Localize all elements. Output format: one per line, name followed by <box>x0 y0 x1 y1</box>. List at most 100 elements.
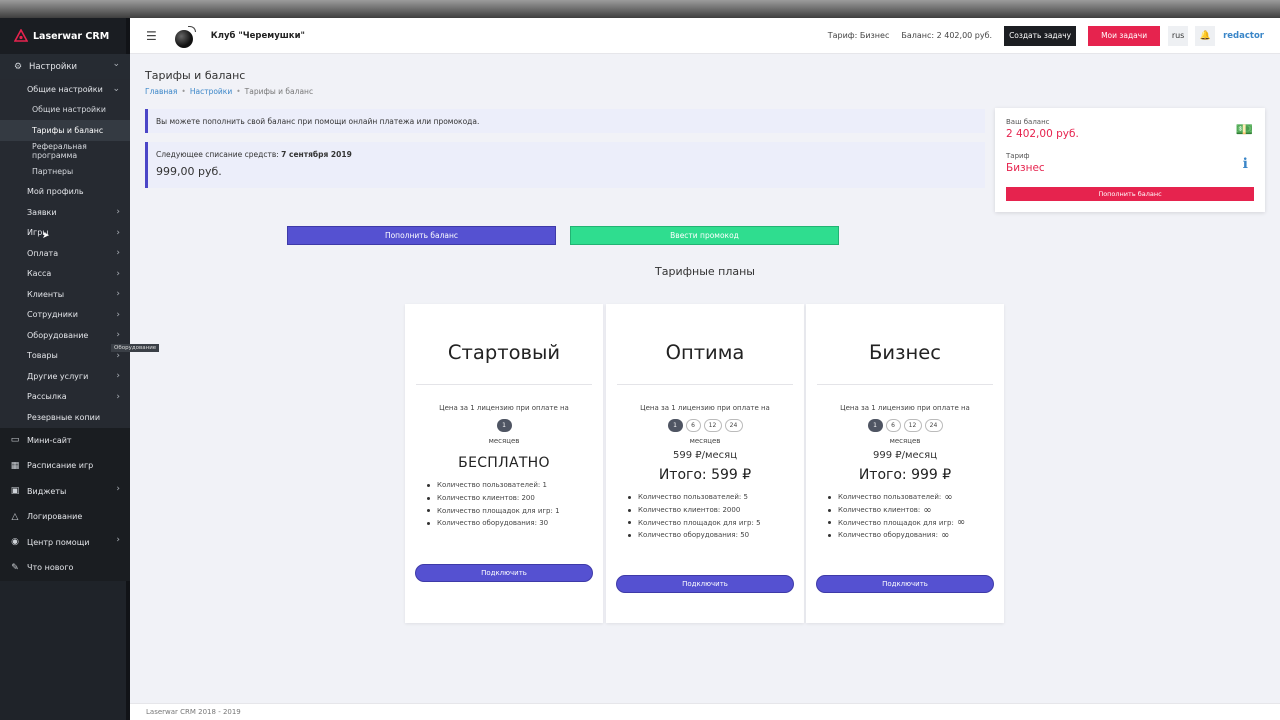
infinity-icon: ∞ <box>944 491 953 503</box>
period-selector: 1 6 12 24 <box>606 419 804 432</box>
period-option[interactable]: 12 <box>903 419 922 432</box>
sidebar-item-referral[interactable]: Реферальная программа <box>0 140 130 161</box>
hamburger-menu-icon[interactable]: ☰ <box>146 29 157 43</box>
brand[interactable]: Laserwar CRM <box>0 18 130 54</box>
sidebar-item-games[interactable]: Игры › <box>0 222 130 243</box>
period-option[interactable]: 6 <box>685 419 701 432</box>
sidebar-item-label: Резервные копии <box>27 412 101 422</box>
sidebar-item-minisite[interactable]: ▭ Мини-сайт <box>0 427 130 453</box>
sidebar-item-label: Что нового <box>27 563 74 573</box>
list-item: Количество оборудования: ∞ <box>828 529 1004 542</box>
next-charge-date: 7 сентября 2019 <box>281 150 352 159</box>
chevron-right-icon: › <box>116 330 120 340</box>
club-name: Клуб "Черемушки" <box>210 30 305 41</box>
bell-icon[interactable]: 🔔 <box>1195 25 1216 46</box>
enter-promo-button[interactable]: Ввести промокод <box>570 226 839 245</box>
sidebar-item-tariffs-balance[interactable]: Тарифы и баланс <box>0 120 130 141</box>
period-option[interactable]: 24 <box>724 419 743 432</box>
breadcrumb-settings[interactable]: Настройки <box>190 87 232 96</box>
plan-name: Оптима <box>665 341 745 364</box>
sidebar-item-label: Оборудование <box>27 330 89 340</box>
user-menu[interactable]: redactor <box>1223 31 1264 41</box>
price-label: Цена за 1 лицензию при оплате на <box>640 404 770 412</box>
sidebar-item-label: Расписание игр <box>27 461 94 471</box>
sidebar-item-help-center[interactable]: ◉ Центр помощи › <box>0 529 130 555</box>
mouse-cursor-icon: ➤ <box>42 231 50 241</box>
sidebar-item-cashbox[interactable]: Касса › <box>0 263 130 284</box>
months-label: месяцев <box>689 437 721 445</box>
sidebar-item-equipment[interactable]: Оборудование › <box>0 325 130 346</box>
sidebar-item-label: Заявки <box>27 207 57 217</box>
sidebar-item-schedule[interactable]: ▦ Расписание игр <box>0 453 130 479</box>
sidebar-item-requests[interactable]: Заявки › <box>0 202 130 223</box>
wrench-icon: ✎ <box>11 562 19 573</box>
topup-info-alert: Вы можете пополнить свой баланс при помо… <box>145 109 985 133</box>
chevron-right-icon: › <box>116 483 120 494</box>
plan-card-optima: Оптима Цена за 1 лицензию при оплате на … <box>606 304 804 623</box>
language-switcher[interactable]: rus <box>1168 25 1189 46</box>
divider <box>617 384 793 385</box>
list-item: Количество клиентов: 200 <box>427 492 603 505</box>
period-option[interactable]: 12 <box>703 419 722 432</box>
sidebar-item-profile[interactable]: Мой профиль <box>0 181 130 202</box>
my-tasks-button[interactable]: Мои задачи <box>1088 25 1161 46</box>
connect-button[interactable]: Подключить <box>816 575 994 593</box>
chevron-right-icon: › <box>116 391 120 402</box>
period-option[interactable]: 1 <box>867 419 883 432</box>
sidebar-item-logging[interactable]: △ Логирование <box>0 504 130 530</box>
list-item: Количество оборудования: 50 <box>628 529 804 542</box>
connect-button[interactable]: Подключить <box>616 575 794 593</box>
monitor-icon: ▭ <box>10 435 20 446</box>
gear-icon: ⚙ <box>13 61 23 72</box>
plan-features: Количество пользователей: 5 Количество к… <box>628 491 804 542</box>
period-option[interactable]: 6 <box>885 419 901 432</box>
warning-icon: △ <box>11 511 19 522</box>
club-logo-bomb-icon <box>174 24 199 48</box>
next-charge-label: Следующее списание средств: <box>156 150 282 159</box>
page-title: Тарифы и баланс <box>145 69 246 82</box>
create-task-button[interactable]: Создать задачу <box>1004 25 1077 46</box>
balance-card: Ваш баланс 2 402,00 руб. 💵 Тариф Бизнес … <box>995 108 1265 212</box>
tariff-label: Тариф <box>1006 152 1030 160</box>
breadcrumb-home[interactable]: Главная <box>145 87 177 96</box>
list-item: Количество пользователей: ∞ <box>828 491 1004 504</box>
sidebar-item-general-settings-group[interactable]: Общие настройки ⌄ <box>0 79 130 100</box>
sidebar-item-backups[interactable]: Резервные копии <box>0 407 130 428</box>
browser-top-strip <box>0 0 1280 18</box>
sidebar-item-mailing[interactable]: Рассылка › <box>0 386 130 407</box>
total-price: Итого: 599 ₽ <box>658 467 752 483</box>
sidebar-item-staff[interactable]: Сотрудники › <box>0 304 130 325</box>
plan-name: Стартовый <box>447 341 561 364</box>
period-selector: 1 6 12 24 <box>806 419 1004 432</box>
chevron-right-icon: › <box>116 371 120 381</box>
alert-text: Вы можете пополнить свой баланс при помо… <box>156 116 480 126</box>
sidebar-tooltip: Оборудование <box>111 344 160 352</box>
chevron-right-icon: › <box>116 534 120 545</box>
period-option[interactable]: 1 <box>496 419 512 432</box>
plan-name: Бизнес <box>869 341 941 364</box>
chevron-right-icon: › <box>116 227 120 238</box>
connect-button[interactable]: Подключить <box>415 564 593 582</box>
sidebar-item-general-settings[interactable]: Общие настройки <box>0 99 130 120</box>
sidebar-item-label: Логирование <box>27 512 83 522</box>
sidebar-item-partners[interactable]: Партнеры <box>0 161 130 182</box>
sidebar-item-whats-new[interactable]: ✎ Что нового <box>0 555 130 581</box>
sidebar-item-settings[interactable]: ⚙ Настройки ⌄ <box>0 54 130 79</box>
sidebar-item-label: Сотрудники <box>27 310 78 320</box>
balance-topup-button[interactable]: Пополнить баланс <box>1006 187 1254 201</box>
period-selector: 1 <box>405 419 603 432</box>
sidebar-item-payment[interactable]: Оплата › <box>0 243 130 264</box>
period-option[interactable]: 24 <box>924 419 943 432</box>
chevron-right-icon: › <box>116 207 120 217</box>
header-tariff: Тариф: Бизнес <box>827 31 890 40</box>
calendar-icon: ▦ <box>10 460 20 471</box>
sidebar-item-other-services[interactable]: Другие услуги › <box>0 366 130 387</box>
period-option[interactable]: 1 <box>667 419 683 432</box>
copyright: Laserwar CRM 2018 - 2019 <box>146 708 241 716</box>
list-item: Количество клиентов: ∞ <box>828 504 1004 517</box>
sidebar-item-clients[interactable]: Клиенты › <box>0 284 130 305</box>
info-icon: ℹ <box>1242 156 1248 172</box>
topup-balance-button[interactable]: Пополнить баланс <box>287 226 556 245</box>
sidebar-item-widgets[interactable]: ▣ Виджеты › <box>0 478 130 504</box>
sidebar-item-label: Виджеты <box>27 486 67 496</box>
